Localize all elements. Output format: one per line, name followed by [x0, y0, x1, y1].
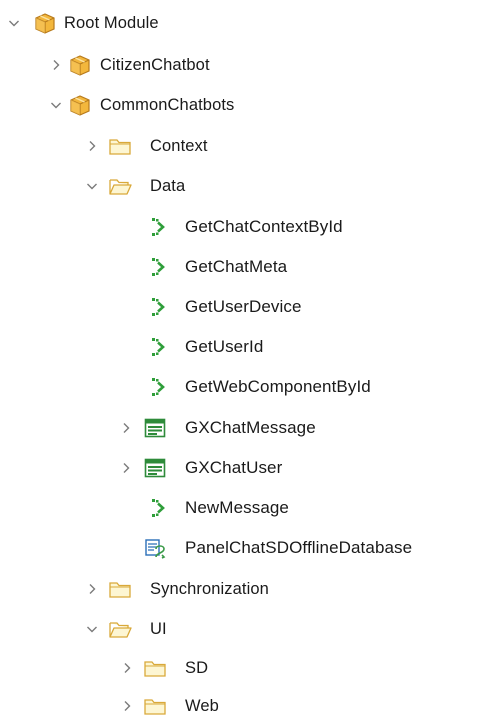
chevron-right-icon[interactable] — [50, 59, 62, 71]
tree-node-synchronization[interactable]: Synchronization — [0, 569, 478, 609]
procedure-icon — [146, 497, 170, 519]
tree-node-label: CitizenChatbot — [100, 56, 210, 74]
chevron-right-icon[interactable] — [121, 700, 133, 712]
tree-node-label: GetWebComponentById — [185, 377, 371, 396]
chevron-right-icon[interactable] — [120, 462, 132, 474]
tree-node-panel-chat-sd-offline-database[interactable]: PanelChatSDOfflineDatabase — [0, 528, 478, 568]
offline-database-icon — [144, 537, 168, 559]
module-tree: Root Module CitizenChatbot CommonChatbot… — [0, 0, 478, 720]
tree-node-label: GetChatContextById — [185, 217, 343, 236]
tree-node-label: GetUserDevice — [185, 297, 302, 316]
tree-node-label: GXChatUser — [185, 458, 283, 477]
folder-open-icon — [108, 618, 132, 640]
tree-node-label: NewMessage — [185, 498, 289, 517]
tree-node-label: PanelChatSDOfflineDatabase — [185, 538, 413, 557]
folder-icon — [143, 657, 167, 679]
tree-node-label: UI — [150, 620, 167, 638]
chevron-right-icon[interactable] — [121, 662, 133, 674]
tree-node-sd[interactable]: SD — [0, 648, 478, 688]
procedure-icon — [146, 216, 170, 238]
procedure-icon — [146, 336, 170, 358]
transaction-icon — [143, 457, 167, 479]
chevron-right-icon[interactable] — [86, 140, 98, 152]
tree-node-get-web-component-by-id[interactable]: GetWebComponentById — [0, 367, 478, 407]
tree-node-label: Context — [150, 137, 208, 155]
tree-node-label: GXChatMessage — [185, 418, 316, 437]
chevron-down-icon[interactable] — [86, 623, 98, 635]
tree-node-label: Root Module — [64, 14, 159, 32]
tree-node-get-user-device[interactable]: GetUserDevice — [0, 287, 478, 327]
tree-node-gx-chat-user[interactable]: GXChatUser — [0, 448, 478, 488]
tree-node-label: Synchronization — [150, 580, 269, 598]
folder-icon — [143, 695, 167, 717]
chevron-down-icon[interactable] — [50, 99, 62, 111]
chevron-right-icon[interactable] — [86, 583, 98, 595]
tree-node-citizen-chatbot[interactable]: CitizenChatbot — [0, 45, 478, 85]
procedure-icon — [146, 256, 170, 278]
module-icon — [68, 54, 92, 76]
folder-icon — [108, 135, 132, 157]
folder-open-icon — [108, 175, 132, 197]
chevron-down-icon[interactable] — [86, 180, 98, 192]
tree-node-label: GetUserId — [185, 337, 264, 356]
tree-node-label: CommonChatbots — [100, 96, 235, 114]
tree-node-common-chatbots[interactable]: CommonChatbots — [0, 85, 478, 125]
tree-node-get-chat-meta[interactable]: GetChatMeta — [0, 247, 478, 287]
tree-node-root-module[interactable]: Root Module — [0, 3, 478, 43]
procedure-icon — [146, 296, 170, 318]
tree-node-data[interactable]: Data — [0, 166, 478, 206]
tree-node-context[interactable]: Context — [0, 126, 478, 166]
chevron-right-icon[interactable] — [120, 422, 132, 434]
tree-node-get-chat-context-by-id[interactable]: GetChatContextById — [0, 207, 478, 247]
tree-node-get-user-id[interactable]: GetUserId — [0, 327, 478, 367]
procedure-icon — [146, 376, 170, 398]
transaction-icon — [143, 417, 167, 439]
tree-node-label: SD — [185, 659, 209, 677]
chevron-down-icon[interactable] — [8, 17, 20, 29]
tree-node-ui[interactable]: UI — [0, 609, 478, 649]
module-icon — [68, 94, 92, 116]
tree-node-label: Data — [150, 177, 186, 195]
tree-node-gx-chat-message[interactable]: GXChatMessage — [0, 408, 478, 448]
tree-node-web[interactable]: Web — [0, 686, 478, 720]
folder-icon — [108, 578, 132, 600]
tree-node-label: GetChatMeta — [185, 257, 288, 276]
module-icon — [33, 12, 57, 34]
tree-node-new-message[interactable]: NewMessage — [0, 488, 478, 528]
tree-node-label: Web — [185, 697, 219, 715]
